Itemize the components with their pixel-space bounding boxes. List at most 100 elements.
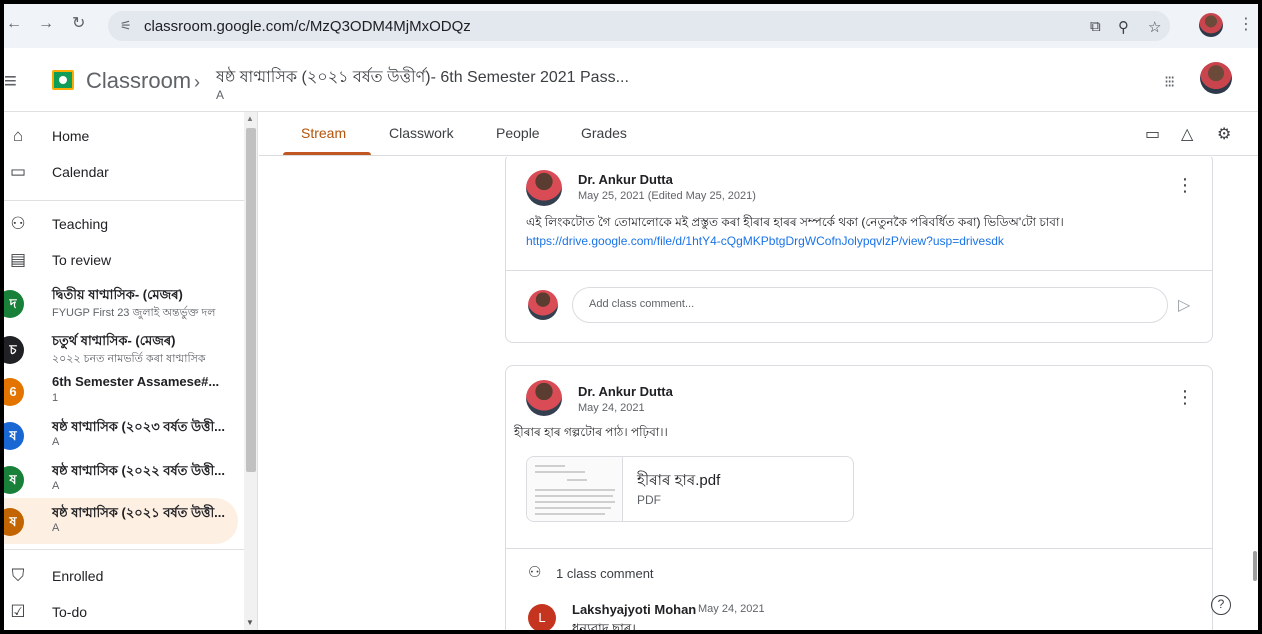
todo-icon: ☑ xyxy=(10,602,26,621)
breadcrumb-separator-icon: › xyxy=(194,72,200,92)
post-date: May 24, 2021 xyxy=(578,402,645,414)
sidebar: ⌂ Home ▭ Calendar ⚇ Teaching ▤ To review… xyxy=(4,112,258,630)
more-options-icon[interactable]: ⋮ xyxy=(1176,388,1194,406)
comment-author: Lakshyajyoti Mohan xyxy=(572,602,697,617)
class-item-subtitle: A xyxy=(52,522,60,534)
sidebar-item-label: Calendar xyxy=(52,164,109,180)
sidebar-item-label: Teaching xyxy=(52,216,109,232)
sidebar-item-teaching[interactable]: ⚇ Teaching xyxy=(4,206,244,242)
scrollbar-thumb[interactable] xyxy=(246,128,256,472)
comment-placeholder: Add class comment... xyxy=(589,298,695,310)
class-item[interactable]: ষ ষষ্ঠ ষাণ্মাসিক (২০২২ বৰ্ষত উত্তী... A xyxy=(4,456,238,502)
graduation-cap-icon: ⛉ xyxy=(11,566,25,585)
sidebar-scrollbar[interactable]: ▲ ▼ xyxy=(244,112,257,630)
sidebar-item-to-do[interactable]: ☑ To-do xyxy=(4,594,244,630)
reload-icon[interactable]: ↻ xyxy=(72,14,85,34)
divider xyxy=(4,200,244,201)
attachment-card[interactable]: হীৰাৰ হাৰ.pdf PDF xyxy=(526,456,854,522)
sidebar-item-to-review[interactable]: ▤ To review xyxy=(4,242,244,278)
class-title[interactable]: ষষ্ঠ ষাণ্মাসিক (২০২১ বৰ্ষত উত্তীৰ্ণ)- 6t… xyxy=(216,64,629,91)
class-item-subtitle: FYUGP First 23 জুলাই অন্তৰ্ভুক্ত দল xyxy=(52,307,216,319)
class-item-active[interactable]: ষ ষষ্ঠ ষাণ্মাসিক (২০২১ বৰ্ষত উত্তী... A xyxy=(4,498,238,544)
hamburger-menu-icon[interactable]: ≡ xyxy=(4,68,17,94)
scroll-up-icon[interactable]: ▲ xyxy=(246,114,254,123)
main-scrollbar-thumb[interactable] xyxy=(1253,551,1257,581)
account-avatar[interactable] xyxy=(1200,62,1232,94)
class-item[interactable]: চ চতুৰ্থ ষাণ্মাসিক- (মেজৰ) ২০২২ চনত নামভ… xyxy=(4,326,238,372)
bookmark-star-icon[interactable]: ☆ xyxy=(1148,18,1161,36)
post-text: হীৰাৰ হাৰ গল্পটোৰ পাঠ। পঢ়িবা।। xyxy=(514,425,668,439)
class-tabs: Stream Classwork People Grades ▭ △ ⚙ xyxy=(259,112,1258,156)
commenter-avatar: L xyxy=(528,604,556,630)
class-avatar: ষ xyxy=(4,466,24,494)
site-info-icon[interactable]: ⚟ xyxy=(120,18,132,34)
sidebar-item-label: To-do xyxy=(52,604,88,620)
author-avatar[interactable] xyxy=(526,170,562,206)
class-avatar: দ xyxy=(4,290,24,318)
divider xyxy=(506,270,1212,271)
drive-icon[interactable]: △ xyxy=(1181,124,1193,144)
class-item-subtitle: 1 xyxy=(52,392,59,404)
pdf-thumbnail xyxy=(527,457,623,521)
comment-text: ধন্যবাদ ছাৰ। xyxy=(572,621,636,630)
post-link[interactable]: https://drive.google.com/file/d/1htY4-cQ… xyxy=(526,234,1004,248)
post-card: Dr. Ankur Dutta May 24, 2021 ⋮ হীৰাৰ হাৰ… xyxy=(505,365,1213,630)
people-icon: ⚇ xyxy=(10,214,26,233)
tab-grades[interactable]: Grades xyxy=(581,125,627,141)
post-date: May 25, 2021 (Edited May 25, 2021) xyxy=(578,190,756,202)
cast-icon[interactable]: ⧉ xyxy=(1090,18,1101,35)
class-comment-input[interactable]: Add class comment... xyxy=(572,287,1168,323)
sidebar-item-calendar[interactable]: ▭ Calendar xyxy=(4,154,244,190)
tab-classwork[interactable]: Classwork xyxy=(389,125,454,141)
post-author[interactable]: Dr. Ankur Dutta xyxy=(578,384,673,399)
class-item-subtitle: A xyxy=(52,480,60,492)
class-avatar: ষ xyxy=(4,422,24,450)
profile-avatar[interactable] xyxy=(1199,13,1223,37)
active-tab-indicator xyxy=(283,152,371,155)
author-avatar[interactable] xyxy=(526,380,562,416)
settings-icon[interactable]: ⚙ xyxy=(1217,124,1231,144)
more-options-icon[interactable]: ⋮ xyxy=(1176,176,1194,194)
post-text: এই লিংকটোত গৈ তোমালোকে মই প্ৰস্তুত কৰা হ… xyxy=(526,215,1064,229)
class-item-subtitle: ২০২২ চনত নামভৰ্তি কৰা ষাণ্মাসিক xyxy=(52,353,206,365)
sidebar-item-enrolled[interactable]: ⛉ Enrolled xyxy=(4,558,244,594)
help-icon[interactable]: ? xyxy=(1211,595,1231,615)
class-item[interactable]: ষ ষষ্ঠ ষাণ্মাসিক (২০২৩ বৰ্ষত উত্তী... A xyxy=(4,412,238,458)
people-icon: ⚇ xyxy=(528,564,542,581)
home-icon: ⌂ xyxy=(12,126,24,145)
classroom-logo-icon[interactable] xyxy=(52,70,74,90)
back-icon[interactable]: ← xyxy=(6,14,22,34)
calendar-icon[interactable]: ▭ xyxy=(1145,124,1160,144)
send-icon[interactable]: ▷ xyxy=(1178,295,1190,315)
class-item[interactable]: দ দ্বিতীয় ষাণ্মাসিক- (মেজৰ) FYUGP First… xyxy=(4,280,238,326)
attachment-name: হীৰাৰ হাৰ.pdf xyxy=(637,472,721,489)
comment-date: May 24, 2021 xyxy=(698,603,765,615)
class-item-title: ষষ্ঠ ষাণ্মাসিক (২০২১ বৰ্ষত উত্তী... xyxy=(52,505,226,520)
zoom-icon[interactable]: ⚲ xyxy=(1118,18,1129,36)
attachment-type: PDF xyxy=(637,493,661,507)
class-item-title: 6th Semester Assamese#... xyxy=(52,374,220,389)
app-title[interactable]: Classroom xyxy=(86,68,191,94)
forward-icon[interactable]: → xyxy=(38,14,54,34)
tab-stream[interactable]: Stream xyxy=(301,125,346,141)
current-user-avatar xyxy=(528,290,558,320)
calendar-icon: ▭ xyxy=(9,162,27,181)
stream-content: Dr. Ankur Dutta May 25, 2021 (Edited May… xyxy=(259,157,1258,630)
class-comment-count[interactable]: 1 class comment xyxy=(556,566,654,581)
class-section: A xyxy=(216,88,225,102)
apps-grid-icon[interactable]: ⁝⁝⁝ xyxy=(1164,72,1175,92)
url-text[interactable]: classroom.google.com/c/MzQ3ODM4MjMxODQz xyxy=(144,18,471,35)
sidebar-item-home[interactable]: ⌂ Home xyxy=(4,118,244,154)
scroll-down-icon[interactable]: ▼ xyxy=(246,618,254,627)
browser-toolbar: ← → ↻ ⚟ classroom.google.com/c/MzQ3ODM4M… xyxy=(4,4,1258,48)
class-item-title: ষষ্ঠ ষাণ্মাসিক (২০২২ বৰ্ষত উত্তী... xyxy=(52,463,226,478)
class-item-subtitle: A xyxy=(52,436,60,448)
screen: ← → ↻ ⚟ classroom.google.com/c/MzQ3ODM4M… xyxy=(4,4,1258,630)
class-item[interactable]: 6 6th Semester Assamese#... 1 xyxy=(4,368,238,414)
menu-icon[interactable]: ⋮ xyxy=(1238,14,1254,34)
class-avatar: ষ xyxy=(4,508,24,536)
address-bar[interactable]: ⚟ classroom.google.com/c/MzQ3ODM4MjMxODQ… xyxy=(108,11,1170,41)
tab-people[interactable]: People xyxy=(496,125,540,141)
post-author[interactable]: Dr. Ankur Dutta xyxy=(578,172,673,187)
post-card: Dr. Ankur Dutta May 25, 2021 (Edited May… xyxy=(505,157,1213,343)
